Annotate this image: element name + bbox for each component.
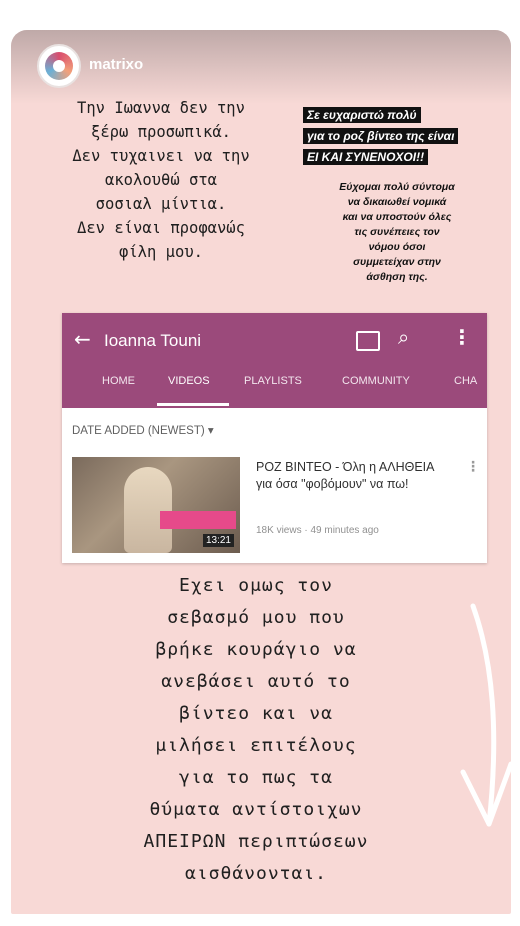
video-menu-icon[interactable]: ⋮ (466, 459, 480, 475)
story-text-left: Την Ιωαννα δεν την ξέρω προσωπικά. Δεν τ… (72, 99, 250, 261)
more-vert-icon[interactable]: ⋮ (452, 325, 472, 349)
sort-dropdown[interactable]: DATE ADDED (NEWEST) ▾ (72, 423, 214, 437)
youtube-screenshot: ← Ioanna Touni ⌕ ⋮ HOME VIDEOS PLAYLISTS… (62, 313, 487, 563)
story-card: matrixo Την Ιωαννα δεν την ξέρω προσωπικ… (11, 30, 511, 914)
video-title[interactable]: ΡΟΖ ΒΙΝΤΕΟ - Όλη η ΑΛΗΘΕΙΑ για όσα "φοβό… (256, 459, 446, 493)
highlight-line: Σε ευχαριστώ πολύ (303, 107, 421, 123)
video-thumbnail[interactable]: 13:21 (72, 457, 240, 553)
channel-title: Ioanna Touni (104, 331, 202, 350)
video-duration: 13:21 (202, 534, 234, 547)
cast-icon[interactable] (356, 331, 380, 351)
avatar[interactable] (37, 44, 81, 88)
video-meta: 18K views · 49 minutes ago (256, 525, 379, 536)
channel-tabs: HOME VIDEOS PLAYLISTS COMMUNITY CHA (62, 375, 487, 405)
highlight-text-block: Σε ευχαριστώ πολύ για το ροζ βίντεο της … (303, 104, 508, 167)
back-arrow-icon[interactable]: ← (74, 327, 91, 351)
username[interactable]: matrixo (89, 56, 143, 73)
tab-home[interactable]: HOME (102, 375, 135, 387)
down-arrow-icon (460, 603, 511, 827)
story-header (11, 30, 511, 104)
tab-community[interactable]: COMMUNITY (342, 375, 410, 387)
youtube-app-bar: ← Ioanna Touni ⌕ ⋮ HOME VIDEOS PLAYLISTS… (62, 313, 487, 408)
highlight-line: ΕΙ ΚΑΙ ΣΥΝΕΝΟΧΟΙ!! (303, 149, 429, 165)
search-icon[interactable]: ⌕ (398, 325, 409, 349)
active-tab-indicator (157, 403, 229, 406)
tab-channels[interactable]: CHA (454, 375, 477, 387)
story-text-small: Εύχομαι πολύ σύντομα να δικαιωθεί νομικά… (339, 181, 455, 283)
story-text-bottom: Εχει ομως τον σεβασμό μου που βρήκε κουρ… (143, 575, 369, 884)
tab-videos[interactable]: VIDEOS (168, 375, 210, 387)
tab-playlists[interactable]: PLAYLISTS (244, 375, 302, 387)
highlight-line: για το ροζ βίντεο της είναι (303, 128, 459, 144)
